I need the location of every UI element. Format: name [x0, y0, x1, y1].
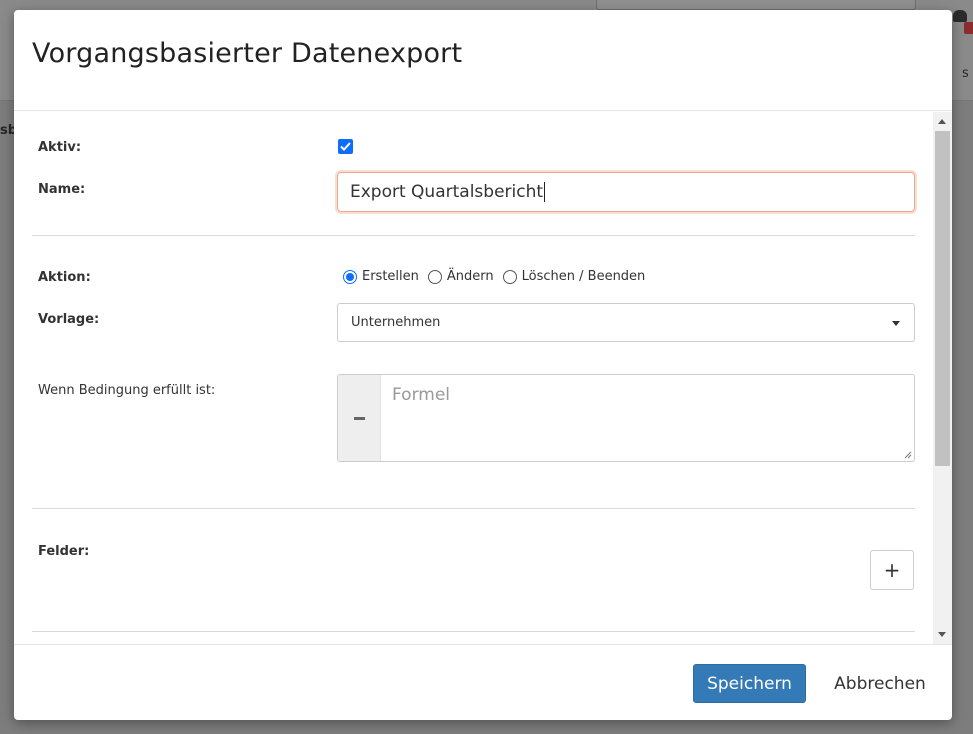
scroll-down-icon[interactable] [938, 632, 946, 637]
cancel-button[interactable]: Abbrechen [823, 664, 937, 703]
bedingung-label: Wenn Bedingung erfüllt ist: [38, 383, 216, 398]
radio-aendern[interactable] [427, 269, 442, 284]
minus-icon [353, 416, 365, 420]
formula-textarea[interactable]: Formel [381, 375, 914, 461]
aktiv-label: Aktiv: [38, 140, 82, 155]
formula-editor: Formel [337, 374, 915, 462]
formula-collapse-toggle[interactable] [338, 375, 381, 461]
formula-placeholder: Formel [392, 385, 451, 405]
name-label: Name: [38, 182, 86, 197]
background-notification-badge [964, 22, 973, 34]
radio-aendern-label[interactable]: Ändern [447, 269, 494, 284]
section-divider [32, 631, 915, 632]
radio-loeschen[interactable] [502, 269, 517, 284]
background-user-icon [953, 10, 967, 22]
vorlage-select[interactable]: Unternehmen [337, 303, 915, 342]
scroll-up-icon[interactable] [938, 119, 946, 124]
name-input-value: Export Quartalsbericht [350, 182, 544, 202]
felder-label: Felder: [38, 544, 90, 559]
checkmark-icon [340, 142, 351, 151]
radio-loeschen-label[interactable]: Löschen / Beenden [522, 269, 646, 284]
radio-erstellen-label[interactable]: Erstellen [362, 269, 419, 284]
text-caret [544, 182, 546, 202]
scrollbar-thumb[interactable] [935, 131, 950, 466]
background-partial-text: s [962, 66, 969, 81]
dialog-header: Vorgangsbasierter Datenexport [14, 10, 952, 111]
radio-erstellen[interactable] [343, 269, 357, 284]
aktion-label: Aktion: [38, 270, 91, 285]
dialog-footer: Speichern Abbrechen [14, 644, 952, 720]
name-input[interactable]: Export Quartalsbericht [337, 172, 915, 212]
export-dialog: Vorgangsbasierter Datenexport Aktiv: Nam… [14, 10, 952, 720]
vorlage-selected-value: Unternehmen [351, 315, 441, 330]
caret-down-icon [892, 321, 900, 326]
aktiv-checkbox[interactable] [338, 139, 353, 154]
dialog-body: Aktiv: Name: Export Quartalsbericht Akti… [14, 112, 952, 644]
save-button[interactable]: Speichern [693, 664, 806, 703]
dialog-scrollbar[interactable] [933, 112, 952, 644]
section-divider [32, 235, 915, 236]
background-search-field [596, 0, 916, 10]
section-divider [32, 508, 915, 509]
dialog-title: Vorgangsbasierter Datenexport [32, 37, 463, 69]
resize-handle-icon[interactable] [902, 449, 912, 459]
aktion-radio-group: Erstellen Ändern Löschen / Beenden [343, 269, 654, 284]
add-field-button[interactable]: + [870, 550, 914, 590]
vorlage-label: Vorlage: [38, 312, 100, 327]
